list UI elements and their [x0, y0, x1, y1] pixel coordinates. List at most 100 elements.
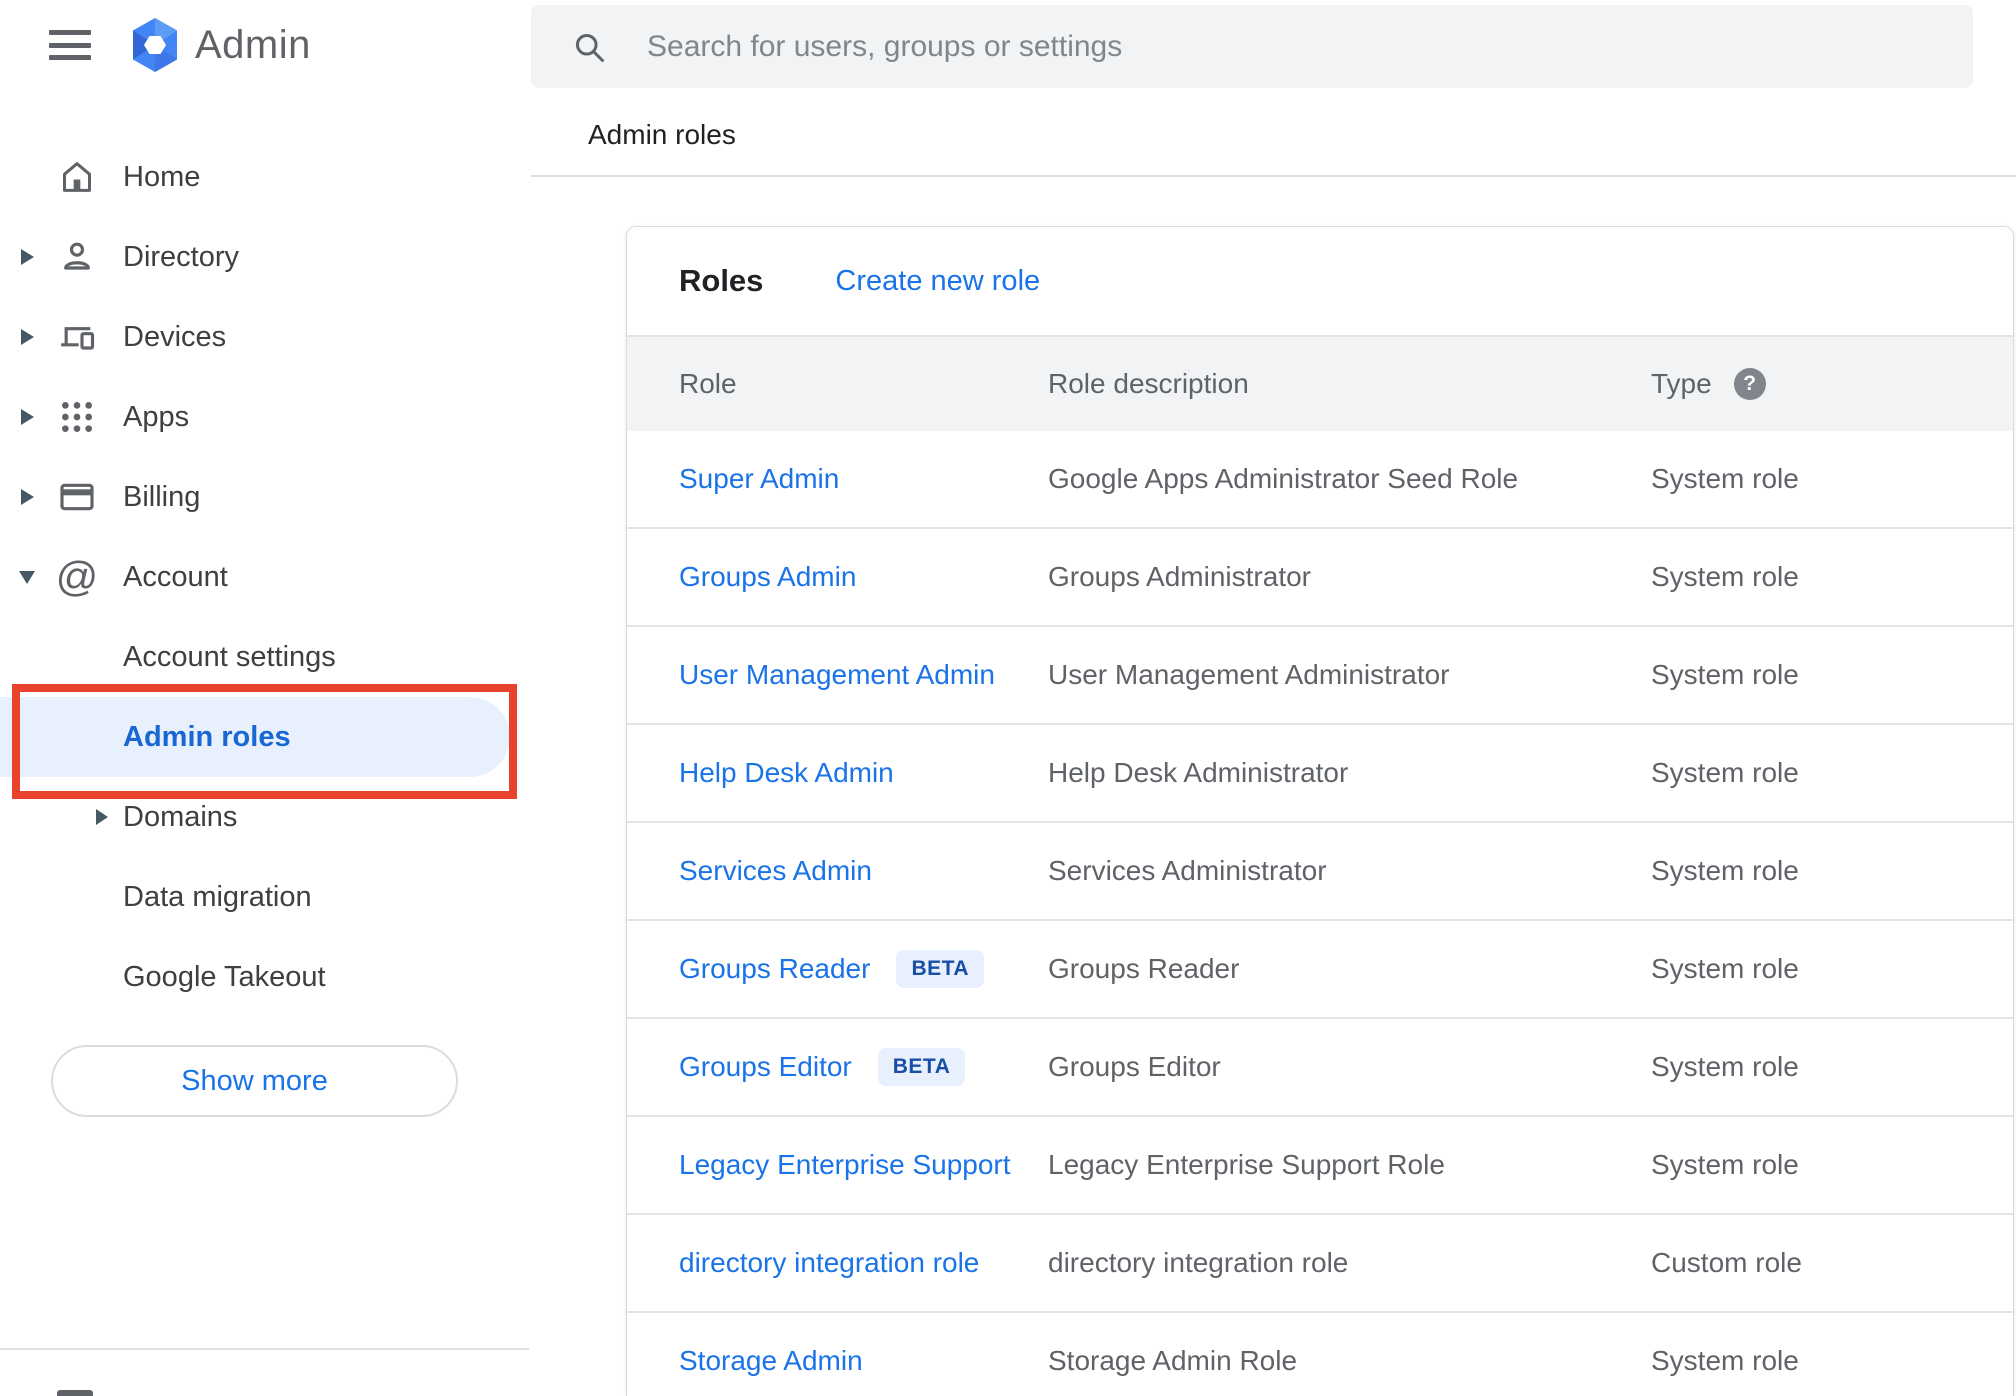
sidebar-item-apps[interactable]: Apps [0, 377, 510, 457]
column-role-description: Role description [1048, 368, 1249, 399]
table-row: Super Admin Google Apps Administrator See… [627, 431, 2013, 529]
role-description: Groups Editor [1048, 1051, 1221, 1082]
card-icon [55, 475, 99, 519]
sidebar-item-label: Account [123, 560, 228, 593]
search-icon [575, 33, 604, 62]
role-type: System role [1651, 855, 1799, 886]
table-row: directory integration role directory inte… [627, 1215, 2013, 1313]
help-icon[interactable]: ? [1733, 368, 1766, 400]
sidebar-item-domains[interactable]: Domains [0, 777, 510, 857]
table-row: Help Desk Admin Help Desk Administrator Sy… [627, 725, 2013, 823]
partial-bottom-icon [57, 1390, 93, 1396]
sidebar-divider [0, 1348, 529, 1350]
role-description: Services Administrator [1048, 855, 1327, 886]
table-row: Legacy Enterprise Support Legacy Enterpri… [627, 1117, 2013, 1215]
sidebar-header: Admin [0, 0, 530, 90]
role-link[interactable]: directory integration role [679, 1247, 979, 1279]
sidebar-item-label: Account settings [123, 640, 336, 673]
hamburger-icon [49, 30, 91, 35]
beta-badge: BETA [877, 1048, 966, 1086]
roles-card: Roles Create new role Role Role descript… [626, 226, 2014, 1396]
roles-table-body: Super Admin Google Apps Administrator See… [627, 431, 2013, 1396]
sidebar-item-data-migration[interactable]: Data migration [0, 857, 510, 937]
role-link[interactable]: Storage Admin [679, 1345, 863, 1377]
role-link[interactable]: Services Admin [679, 855, 872, 887]
chevron-right-icon [20, 489, 34, 505]
home-icon [55, 155, 99, 199]
sidebar: Admin Home Directory Devices Apps Billing @ Ac… [0, 0, 530, 1396]
table-row: Groups Reader BETA Groups Reader System rol… [627, 921, 2013, 1019]
sidebar-nav: Home Directory Devices Apps Billing @ Account A… [0, 137, 530, 1017]
role-description: Groups Reader [1048, 953, 1240, 984]
role-type: System role [1651, 659, 1799, 690]
sidebar-item-admin-roles[interactable]: Admin roles [0, 684, 517, 799]
sidebar-item-label: Devices [123, 320, 227, 353]
sidebar-item-label: Apps [123, 400, 190, 433]
role-link[interactable]: Groups Admin [679, 561, 856, 593]
sidebar-item-label: Google Takeout [123, 960, 326, 993]
role-link[interactable]: Groups Editor [679, 1051, 852, 1083]
at-icon: @ [55, 553, 99, 600]
admin-logo-icon [129, 17, 181, 73]
sidebar-item-label: Home [123, 160, 201, 193]
chevron-right-icon [96, 809, 108, 825]
show-more-button[interactable]: Show more [51, 1045, 458, 1117]
card-header: Roles Create new role [627, 227, 2013, 335]
role-link[interactable]: Legacy Enterprise Support [679, 1149, 1011, 1181]
sidebar-item-google-takeout[interactable]: Google Takeout [0, 937, 510, 1017]
sidebar-item-account-settings[interactable]: Account settings [0, 617, 510, 697]
role-type: System role [1651, 757, 1799, 788]
role-link[interactable]: Groups Reader [679, 953, 870, 985]
chevron-right-icon [20, 329, 34, 345]
sidebar-item-billing[interactable]: Billing [0, 457, 510, 537]
apps-icon [55, 395, 99, 439]
role-description: Google Apps Administrator Seed Role [1048, 463, 1519, 494]
sidebar-item-label: Admin roles [123, 720, 291, 753]
content-divider [531, 175, 2016, 177]
sidebar-item-account[interactable]: @ Account [0, 537, 510, 617]
role-link[interactable]: Super Admin [679, 463, 839, 495]
role-type: System role [1651, 1051, 1799, 1082]
app-title: Admin [195, 22, 311, 67]
table-row: User Management Admin User Management Adm… [627, 627, 2013, 725]
table-row: Services Admin Services Administrator Syst… [627, 823, 2013, 921]
column-role: Role [679, 368, 737, 399]
table-row: Groups Editor BETA Groups Editor System rol… [627, 1019, 2013, 1117]
role-description: Groups Administrator [1048, 561, 1311, 592]
search-input[interactable] [647, 5, 1973, 88]
search-bar [531, 5, 1973, 88]
role-description: Legacy Enterprise Support Role [1048, 1149, 1445, 1180]
role-link[interactable]: User Management Admin [679, 659, 995, 691]
create-new-role-link[interactable]: Create new role [835, 265, 1040, 298]
sidebar-item-directory[interactable]: Directory [0, 217, 510, 297]
chevron-down-icon [19, 570, 35, 584]
role-description: directory integration role [1048, 1247, 1349, 1278]
role-type: System role [1651, 1345, 1799, 1376]
person-icon [55, 235, 99, 279]
role-type: System role [1651, 561, 1799, 592]
menu-button[interactable] [49, 30, 91, 60]
beta-badge: BETA [896, 950, 985, 988]
role-type: System role [1651, 1149, 1799, 1180]
chevron-right-icon [20, 409, 34, 425]
role-type: Custom role [1651, 1247, 1802, 1278]
sidebar-item-label: Billing [123, 480, 201, 513]
admin-console: Admin Home Directory Devices Apps Billing @ Ac… [0, 0, 2016, 1396]
table-row: Storage Admin Storage Admin Role System ro… [627, 1313, 2013, 1396]
table-row: Groups Admin Groups Administrator System r… [627, 529, 2013, 627]
role-type: System role [1651, 463, 1799, 494]
role-description: User Management Administrator [1048, 659, 1450, 690]
sidebar-item-home[interactable]: Home [0, 137, 510, 217]
sidebar-item-label: Domains [123, 800, 238, 833]
devices-icon [55, 315, 99, 359]
role-description: Help Desk Administrator [1048, 757, 1349, 788]
card-title: Roles [679, 263, 764, 298]
role-type: System role [1651, 953, 1799, 984]
sidebar-item-label: Directory [123, 240, 240, 273]
table-header: Role Role description Type ? [627, 335, 2013, 431]
breadcrumb: Admin roles [588, 119, 736, 150]
chevron-right-icon [20, 249, 34, 265]
role-link[interactable]: Help Desk Admin [679, 757, 894, 789]
column-type: Type ? [1651, 368, 2013, 400]
sidebar-item-devices[interactable]: Devices [0, 297, 510, 377]
